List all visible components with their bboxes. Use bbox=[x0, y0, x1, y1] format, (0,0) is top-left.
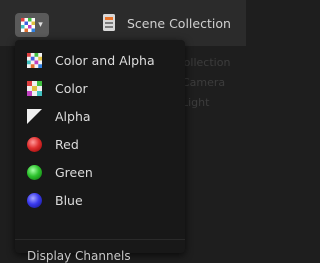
outliner-row-light[interactable]: Light bbox=[182, 96, 209, 109]
menu-item-blue[interactable]: Blue bbox=[15, 188, 185, 212]
outliner-title: Scene Collection bbox=[127, 16, 231, 31]
scene-collection-icon bbox=[103, 14, 115, 31]
color-alpha-checker-icon bbox=[27, 52, 42, 68]
menu-item-label: Green bbox=[55, 164, 93, 180]
menu-title: Display Channels bbox=[27, 249, 131, 263]
blue-ball-icon bbox=[27, 192, 42, 208]
green-ball-icon bbox=[27, 164, 42, 180]
menu-item-color[interactable]: Color bbox=[15, 76, 185, 100]
menu-item-label: Color and Alpha bbox=[55, 52, 155, 68]
menu-item-green[interactable]: Green bbox=[15, 160, 185, 184]
menu-item-label: Blue bbox=[55, 192, 83, 208]
menu-divider bbox=[15, 239, 185, 240]
chevron-down-icon: ▾ bbox=[38, 19, 43, 30]
menu-item-label: Red bbox=[55, 136, 79, 152]
menu-item-label: Alpha bbox=[55, 108, 91, 124]
display-channels-button[interactable]: ▾ bbox=[15, 13, 49, 37]
menu-item-red[interactable]: Red bbox=[15, 132, 185, 156]
alpha-triangle-icon bbox=[27, 108, 42, 124]
display-channels-menu: Color and Alpha Color Alpha Red Green Bl… bbox=[15, 40, 185, 263]
menu-item-alpha[interactable]: Alpha bbox=[15, 104, 185, 128]
color-alpha-checker-icon bbox=[21, 18, 36, 32]
outliner-row-camera[interactable]: Camera bbox=[182, 76, 225, 89]
menu-item-color-and-alpha[interactable]: Color and Alpha bbox=[15, 48, 185, 72]
red-ball-icon bbox=[27, 136, 42, 152]
color-checker-icon bbox=[27, 80, 42, 96]
menu-item-label: Color bbox=[55, 80, 88, 96]
